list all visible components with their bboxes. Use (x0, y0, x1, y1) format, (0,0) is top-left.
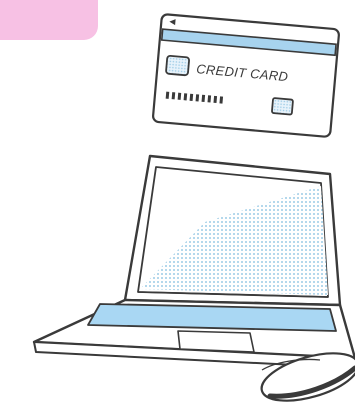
laptop-icon (32, 154, 355, 369)
laptop-touchpad (177, 330, 255, 353)
illustration-svg: CREDIT CARD (32, 13, 355, 402)
illustration-canvas: CREDIT CARD (0, 0, 355, 408)
credit-card-icon: CREDIT CARD (152, 13, 340, 138)
card-chip (165, 54, 190, 77)
card-hologram (271, 97, 294, 116)
